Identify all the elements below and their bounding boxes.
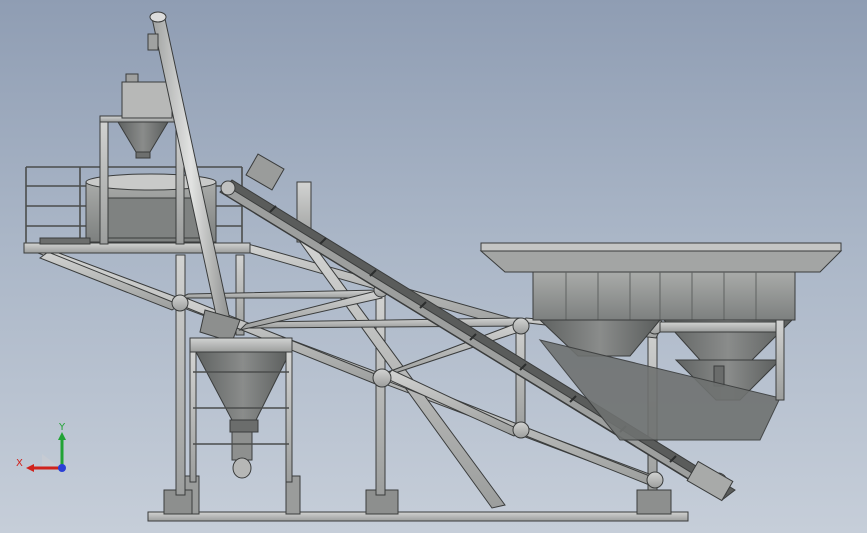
axes-triad: Y X (16, 422, 66, 472)
y-axis-label: Y (58, 422, 66, 433)
cad-viewport[interactable]: Y X (0, 0, 867, 533)
aggregate-bins (479, 242, 843, 441)
mixer-platform (23, 73, 251, 254)
base-rail (147, 475, 689, 522)
weigh-hopper (189, 337, 293, 483)
z-axis-dot (58, 464, 66, 472)
batching-plant-drawing: Y X (16, 11, 843, 522)
x-axis-label: X (16, 458, 23, 469)
